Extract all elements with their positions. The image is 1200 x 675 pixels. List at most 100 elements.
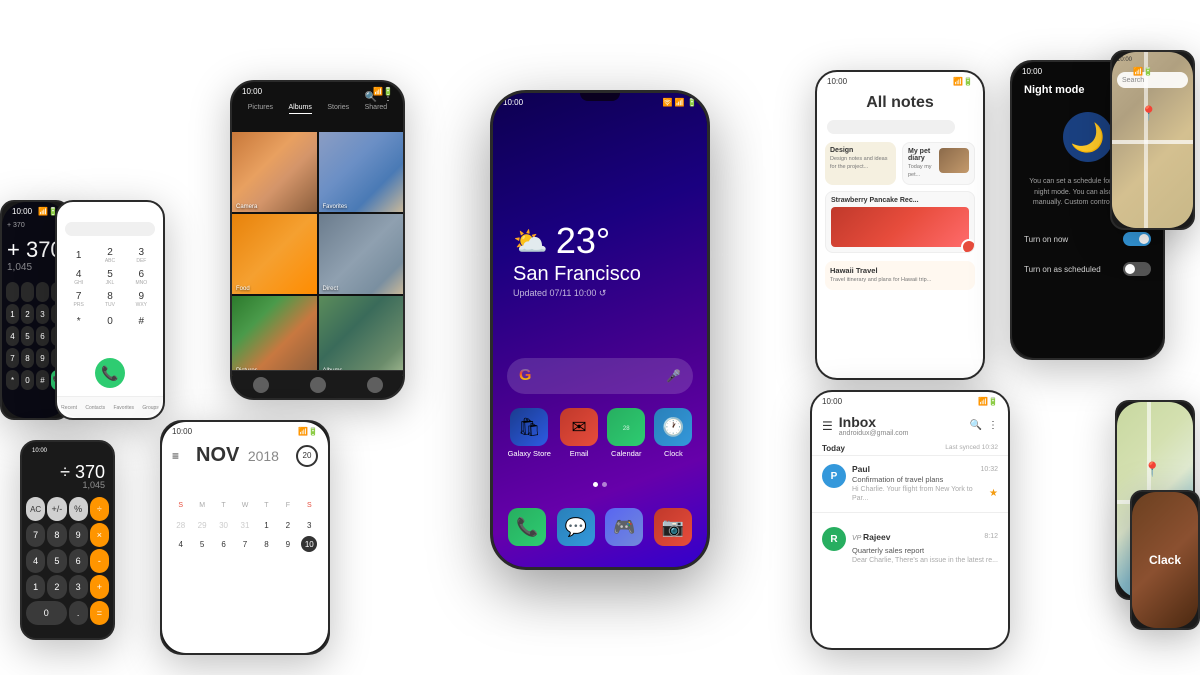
calc-key[interactable]: 9 <box>69 523 88 547</box>
calc-equals[interactable]: = <box>90 601 109 625</box>
calc-key[interactable]: - <box>90 549 109 573</box>
gallery-cell-camera[interactable]: Camera <box>232 132 317 212</box>
app-chat[interactable]: 💬 <box>557 508 595 546</box>
calc-btn[interactable] <box>6 282 19 302</box>
calc-key[interactable]: % <box>69 497 88 521</box>
dialer-tab-favorites[interactable]: Favorites <box>113 405 134 411</box>
dialer-key-hash[interactable]: # <box>128 313 155 331</box>
note-pet-diary[interactable]: My pet diary Today my pet... <box>902 142 975 185</box>
calc-key[interactable]: ÷ <box>90 497 109 521</box>
main-google-search[interactable]: G 🎤 <box>507 358 693 394</box>
app-camera-red[interactable]: 📷 <box>654 508 692 546</box>
calc-key[interactable]: 5 <box>47 549 66 573</box>
calc-btn[interactable] <box>21 282 34 302</box>
cal-prev-day[interactable]: 30 <box>213 517 234 533</box>
cal-prev-day[interactable]: 28 <box>170 517 191 533</box>
gallery-cell-pictures[interactable]: Pictures <box>232 296 317 376</box>
gallery-nav-btn[interactable] <box>367 377 383 393</box>
calc-btn[interactable]: 7 <box>6 348 19 368</box>
cal-prev-day[interactable]: 31 <box>234 517 255 533</box>
note-design[interactable]: Design Design notes and ideas for the pr… <box>825 142 896 185</box>
cal-day[interactable]: 6 <box>213 536 234 552</box>
app-phone[interactable]: 📞 <box>508 508 546 546</box>
dialer-key-1[interactable]: 1 <box>65 247 92 265</box>
cal-day[interactable]: 8 <box>256 536 277 552</box>
dialer-key-0[interactable]: 0 <box>96 313 123 331</box>
calc-btn[interactable]: 9 <box>36 348 49 368</box>
calc-btn[interactable]: 6 <box>36 326 49 346</box>
dialer-key-star[interactable]: * <box>65 313 92 331</box>
note-strawberry[interactable]: Strawberry Pancake Rec... <box>825 191 975 253</box>
cal-prev-day[interactable]: 29 <box>191 517 212 533</box>
dialer-tab-groups[interactable]: Groups <box>142 405 158 411</box>
dialer-key-6[interactable]: 6MNO <box>128 269 155 287</box>
calc-btn[interactable] <box>36 282 49 302</box>
dialer-key-8[interactable]: 8TUV <box>96 291 123 309</box>
calc-key[interactable]: 8 <box>47 523 66 547</box>
calc-key[interactable]: 0 <box>26 601 67 625</box>
calc-key[interactable]: 6 <box>69 549 88 573</box>
dialer-key-3[interactable]: 3DEF <box>128 247 155 265</box>
dialer-key-7[interactable]: 7PRS <box>65 291 92 309</box>
toggle-now[interactable] <box>1123 232 1151 246</box>
calc-key[interactable]: +/- <box>47 497 66 521</box>
cal-day[interactable]: 2 <box>277 517 298 533</box>
dialer-key-2[interactable]: 2ABC <box>96 247 123 265</box>
dialer-key-5[interactable]: 5JKL <box>96 269 123 287</box>
calc-key[interactable]: 7 <box>26 523 45 547</box>
app-clock[interactable]: 🕐 Clock <box>654 408 692 458</box>
calc-btn[interactable]: 4 <box>6 326 19 346</box>
calc-key[interactable]: 3 <box>69 575 88 599</box>
gallery-cell-albums[interactable]: Albums <box>319 296 404 376</box>
app-galaxy-store[interactable]: 🛍 Galaxy Store <box>508 408 551 458</box>
notes-search-bar[interactable] <box>827 120 955 134</box>
dialer-tab-recent[interactable]: Recent <box>61 405 77 411</box>
calc-key[interactable]: 2 <box>47 575 66 599</box>
inbox-search-icon[interactable]: 🔍 <box>970 420 982 431</box>
calc-key[interactable]: . <box>69 601 88 625</box>
hamburger-icon[interactable]: ☰ <box>822 419 833 433</box>
calc-key[interactable]: × <box>90 523 109 547</box>
inbox-star-paul[interactable]: ★ <box>989 488 998 499</box>
calc-btn[interactable]: 1 <box>6 304 19 324</box>
gallery-cell-direct[interactable]: Direct <box>319 214 404 294</box>
calc-btn[interactable]: * <box>6 370 19 390</box>
gallery-tab-albums[interactable]: Albums <box>289 104 312 114</box>
calc-btn[interactable]: 8 <box>21 348 34 368</box>
calc-btn[interactable]: 3 <box>36 304 49 324</box>
gallery-tab-stories[interactable]: Stories <box>327 104 349 114</box>
calc-btn[interactable]: 0 <box>21 370 34 390</box>
calc-btn[interactable]: 2 <box>21 304 34 324</box>
cal-today[interactable]: 10 <box>301 536 317 552</box>
dialer-search-bar[interactable] <box>65 222 155 236</box>
inbox-more-icon[interactable]: ⋮ <box>988 420 998 431</box>
gallery-nav-btn[interactable] <box>310 377 326 393</box>
cal-day[interactable]: 7 <box>234 536 255 552</box>
app-calendar[interactable]: 28 Calendar <box>607 408 645 458</box>
dialer-key-4[interactable]: 4GHI <box>65 269 92 287</box>
app-discord[interactable]: 🎮 <box>605 508 643 546</box>
inbox-email-rajeev[interactable]: R VP Rajeev 8:12 Quarterly sales report … <box>822 527 998 565</box>
gallery-tab-shared[interactable]: Shared <box>365 104 388 114</box>
cal-day[interactable]: 4 <box>170 536 191 552</box>
dialer-call-button[interactable]: 📞 <box>95 358 125 388</box>
calc-key[interactable]: 4 <box>26 549 45 573</box>
calc-key[interactable]: AC <box>26 497 45 521</box>
calc-btn[interactable]: # <box>36 370 49 390</box>
gallery-cell-favorites[interactable]: Favorites <box>319 132 404 212</box>
inbox-email-paul[interactable]: P Paul 10:32 Confirmation of travel plan… <box>822 464 998 503</box>
cal-day[interactable]: 5 <box>191 536 212 552</box>
gallery-tab-pictures[interactable]: Pictures <box>248 104 273 114</box>
dialer-tab-contacts[interactable]: Contacts <box>85 405 105 411</box>
cal-menu-icon[interactable]: ≡ <box>172 449 179 463</box>
cal-day[interactable]: 9 <box>277 536 298 552</box>
gallery-nav-btn[interactable] <box>253 377 269 393</box>
note-hawaii[interactable]: Hawaii Travel Travel itinerary and plans… <box>825 261 975 290</box>
calc-key[interactable]: 1 <box>26 575 45 599</box>
gallery-cell-food[interactable]: Food <box>232 214 317 294</box>
app-email[interactable]: ✉ Email <box>560 408 598 458</box>
mic-icon[interactable]: 🎤 <box>666 369 681 383</box>
calc-btn[interactable]: 5 <box>21 326 34 346</box>
cal-day[interactable]: 1 <box>256 517 277 533</box>
toggle-scheduled[interactable] <box>1123 262 1151 276</box>
